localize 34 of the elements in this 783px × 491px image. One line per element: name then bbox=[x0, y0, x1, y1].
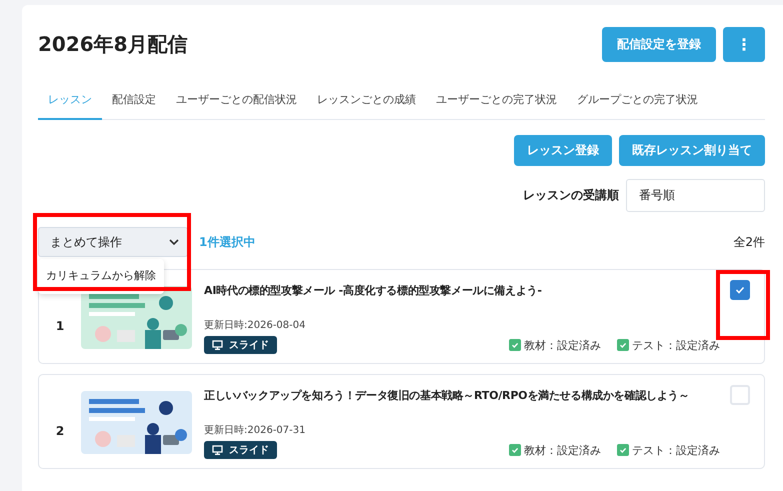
checkbox[interactable] bbox=[730, 280, 750, 300]
status-label: 教材：設定済み bbox=[524, 442, 601, 458]
lesson-title[interactable]: 正しいバックアップを知ろう！データ復旧の基本戦略～RTO/RPOを満たせる構成かを確認しよう～ bbox=[204, 388, 720, 403]
status-label: テスト：設定済み bbox=[632, 338, 720, 352]
lesson-number: 2 bbox=[54, 424, 66, 438]
check-icon bbox=[509, 339, 521, 351]
slide-badge: スライド bbox=[204, 336, 277, 354]
tab[interactable]: レッスンごとの成績 bbox=[307, 81, 426, 120]
status-label: テスト：設定済み bbox=[632, 442, 720, 458]
check-icon bbox=[509, 444, 521, 456]
lesson-number: 1 bbox=[54, 319, 66, 333]
slide-badge: スライド bbox=[204, 441, 277, 459]
total-count: 全2件 bbox=[733, 234, 765, 250]
lesson-title[interactable]: AI時代の標的型攻撃メール -高度化する標的型攻撃メールに備えよう- bbox=[204, 283, 720, 298]
status-label: 教材：設定済み bbox=[524, 338, 601, 352]
tab[interactable]: グループごとの完了状況 bbox=[567, 81, 708, 120]
check-icon bbox=[735, 286, 745, 294]
tab[interactable]: ユーザーごとの配信状況 bbox=[166, 81, 307, 120]
menu-item[interactable]: カリキュラムから解除 bbox=[38, 268, 164, 283]
order-label: レッスンの受講順 bbox=[523, 187, 619, 204]
tab[interactable]: 配信設定 bbox=[102, 81, 166, 120]
monitor-icon bbox=[212, 340, 223, 350]
lesson-card[interactable]: 2 正しいバックアップを知ろう！データ復旧の基本戦略～RTO/RPOを満たせる構成かを確認しよう～ 更新日時:2026-07-31 スライド 教材：設定済み テスト：設定済み bbox=[38, 374, 765, 469]
monitor-icon bbox=[212, 445, 223, 455]
check-icon bbox=[617, 444, 629, 456]
check-icon bbox=[617, 339, 629, 351]
bulk-action-dropdown[interactable]: まとめて操作 bbox=[38, 227, 188, 257]
updated-date: 更新日時:2026-07-31 bbox=[204, 424, 306, 437]
updated-date: 更新日時:2026-08-04 bbox=[204, 318, 306, 332]
order-select[interactable]: 番号順 bbox=[626, 179, 765, 212]
page-title: 2026年8月配信 bbox=[38, 30, 188, 58]
chevron-down-icon bbox=[169, 238, 179, 246]
tab[interactable]: ユーザーごとの完了状況 bbox=[426, 81, 567, 120]
selection-count: 1件選択中 bbox=[199, 234, 256, 250]
